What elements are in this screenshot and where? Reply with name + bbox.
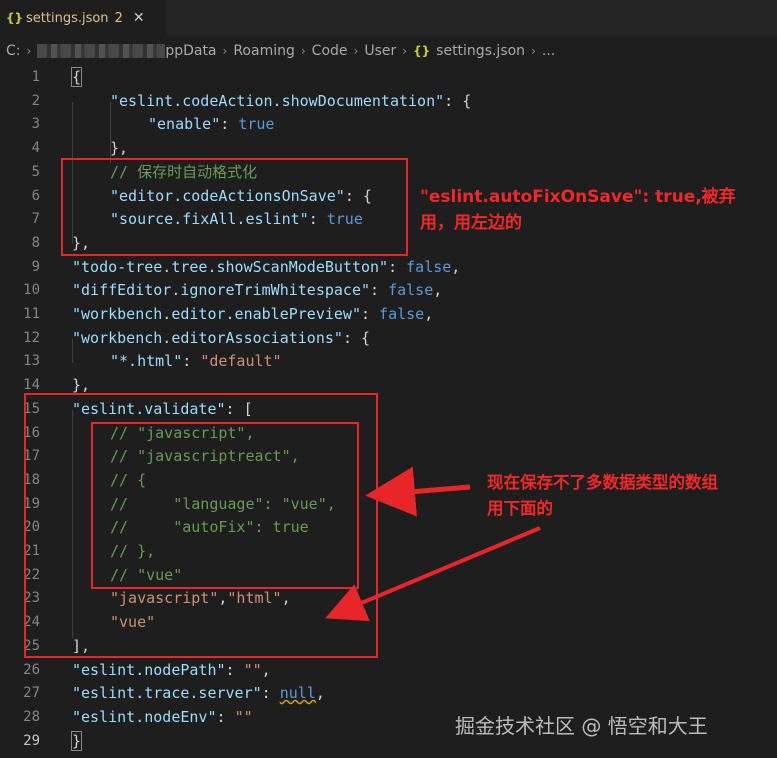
annotation-note-1: "eslint.autoFixOnSave": true,被弃 用，用左边的: [420, 184, 736, 236]
note2-line2: 用下面的: [487, 499, 553, 518]
annotation-note-2: 现在保存不了多数据类型的数组 用下面的: [487, 470, 718, 522]
note2-line1: 现在保存不了多数据类型的数组: [487, 473, 718, 492]
note1-line1: "eslint.autoFixOnSave": true,被弃: [420, 187, 736, 207]
watermark: 掘金技术社区 @ 悟空和大王: [455, 714, 708, 738]
note1-line2: 用，用左边的: [420, 213, 522, 233]
annotation-arrows: [325, 466, 541, 622]
arrow-to-commented: [365, 466, 471, 517]
arrow-to-new-values: [325, 526, 541, 622]
